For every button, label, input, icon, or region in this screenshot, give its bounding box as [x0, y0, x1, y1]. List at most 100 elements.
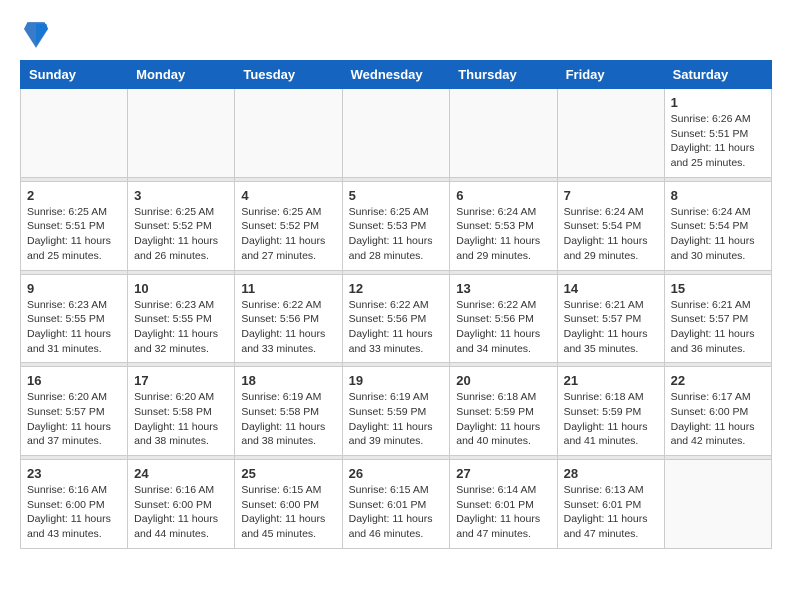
day-number: 3: [134, 188, 228, 203]
day-info: Sunrise: 6:21 AM Sunset: 5:57 PM Dayligh…: [671, 298, 765, 357]
day-info: Sunrise: 6:22 AM Sunset: 5:56 PM Dayligh…: [456, 298, 550, 357]
day-info: Sunrise: 6:20 AM Sunset: 5:58 PM Dayligh…: [134, 390, 228, 449]
day-number: 9: [27, 281, 121, 296]
weekday-header-wednesday: Wednesday: [342, 61, 450, 89]
day-info: Sunrise: 6:22 AM Sunset: 5:56 PM Dayligh…: [349, 298, 444, 357]
calendar-header-row: SundayMondayTuesdayWednesdayThursdayFrid…: [21, 61, 772, 89]
day-info: Sunrise: 6:23 AM Sunset: 5:55 PM Dayligh…: [134, 298, 228, 357]
day-number: 23: [27, 466, 121, 481]
calendar-week-row: 16 Sunrise: 6:20 AM Sunset: 5:57 PM Dayli…: [21, 367, 772, 456]
day-number: 18: [241, 373, 335, 388]
calendar-week-row: 9 Sunrise: 6:23 AM Sunset: 5:55 PM Daylig…: [21, 274, 772, 363]
calendar-cell: 25Sunrise: 6:15 AM Sunset: 6:00 PM Dayli…: [235, 460, 342, 549]
day-number: 21: [564, 373, 658, 388]
day-info: Sunrise: 6:24 AM Sunset: 5:54 PM Dayligh…: [671, 205, 765, 264]
day-info: Sunrise: 6:22 AM Sunset: 5:56 PM Dayligh…: [241, 298, 335, 357]
calendar-cell: 15Sunrise: 6:21 AM Sunset: 5:57 PM Dayli…: [664, 274, 771, 363]
day-info: Sunrise: 6:16 AM Sunset: 6:00 PM Dayligh…: [134, 483, 228, 542]
weekday-header-tuesday: Tuesday: [235, 61, 342, 89]
day-number: 24: [134, 466, 228, 481]
day-number: 11: [241, 281, 335, 296]
day-info: Sunrise: 6:25 AM Sunset: 5:51 PM Dayligh…: [27, 205, 121, 264]
day-number: 10: [134, 281, 228, 296]
day-number: 4: [241, 188, 335, 203]
calendar-cell: [21, 89, 128, 178]
day-number: 16: [27, 373, 121, 388]
day-number: 26: [349, 466, 444, 481]
day-info: Sunrise: 6:15 AM Sunset: 6:01 PM Dayligh…: [349, 483, 444, 542]
calendar-cell: 22 Sunrise: 6:17 AM Sunset: 6:00 PM Dayli…: [664, 367, 771, 456]
calendar-cell: 9 Sunrise: 6:23 AM Sunset: 5:55 PM Daylig…: [21, 274, 128, 363]
day-number: 17: [134, 373, 228, 388]
day-info: Sunrise: 6:25 AM Sunset: 5:52 PM Dayligh…: [241, 205, 335, 264]
calendar-cell: 21 Sunrise: 6:18 AM Sunset: 5:59 PM Dayli…: [557, 367, 664, 456]
calendar-cell: 2 Sunrise: 6:25 AM Sunset: 5:51 PM Daylig…: [21, 181, 128, 270]
calendar-cell: [450, 89, 557, 178]
calendar-cell: 10 Sunrise: 6:23 AM Sunset: 5:55 PM Dayli…: [128, 274, 235, 363]
calendar-cell: 12 Sunrise: 6:22 AM Sunset: 5:56 PM Dayli…: [342, 274, 450, 363]
calendar-cell: [664, 460, 771, 549]
day-info: Sunrise: 6:19 AM Sunset: 5:58 PM Dayligh…: [241, 390, 335, 449]
day-info: Sunrise: 6:18 AM Sunset: 5:59 PM Dayligh…: [456, 390, 550, 449]
calendar-cell: 6Sunrise: 6:24 AM Sunset: 5:53 PM Daylig…: [450, 181, 557, 270]
calendar-cell: [235, 89, 342, 178]
calendar-cell: 8 Sunrise: 6:24 AM Sunset: 5:54 PM Daylig…: [664, 181, 771, 270]
day-info: Sunrise: 6:17 AM Sunset: 6:00 PM Dayligh…: [671, 390, 765, 449]
calendar-cell: 17 Sunrise: 6:20 AM Sunset: 5:58 PM Dayli…: [128, 367, 235, 456]
day-number: 1: [671, 95, 765, 110]
calendar-cell: 27 Sunrise: 6:14 AM Sunset: 6:01 PM Dayli…: [450, 460, 557, 549]
calendar-cell: 20 Sunrise: 6:18 AM Sunset: 5:59 PM Dayli…: [450, 367, 557, 456]
day-info: Sunrise: 6:20 AM Sunset: 5:57 PM Dayligh…: [27, 390, 121, 449]
day-info: Sunrise: 6:13 AM Sunset: 6:01 PM Dayligh…: [564, 483, 658, 542]
logo: [20, 24, 48, 50]
day-number: 2: [27, 188, 121, 203]
day-info: Sunrise: 6:19 AM Sunset: 5:59 PM Dayligh…: [349, 390, 444, 449]
calendar-cell: 13 Sunrise: 6:22 AM Sunset: 5:56 PM Dayli…: [450, 274, 557, 363]
day-info: Sunrise: 6:24 AM Sunset: 5:54 PM Dayligh…: [564, 205, 658, 264]
weekday-header-monday: Monday: [128, 61, 235, 89]
calendar-week-row: 2 Sunrise: 6:25 AM Sunset: 5:51 PM Daylig…: [21, 181, 772, 270]
day-number: 8: [671, 188, 765, 203]
calendar-cell: 5 Sunrise: 6:25 AM Sunset: 5:53 PM Daylig…: [342, 181, 450, 270]
calendar-cell: 19Sunrise: 6:19 AM Sunset: 5:59 PM Dayli…: [342, 367, 450, 456]
day-info: Sunrise: 6:21 AM Sunset: 5:57 PM Dayligh…: [564, 298, 658, 357]
calendar-week-row: 1 Sunrise: 6:26 AM Sunset: 5:51 PM Daylig…: [21, 89, 772, 178]
weekday-header-friday: Friday: [557, 61, 664, 89]
day-number: 28: [564, 466, 658, 481]
logo-icon: [24, 20, 48, 50]
calendar-cell: [128, 89, 235, 178]
calendar-cell: 16 Sunrise: 6:20 AM Sunset: 5:57 PM Dayli…: [21, 367, 128, 456]
day-info: Sunrise: 6:18 AM Sunset: 5:59 PM Dayligh…: [564, 390, 658, 449]
page-header: [20, 20, 772, 50]
day-info: Sunrise: 6:25 AM Sunset: 5:52 PM Dayligh…: [134, 205, 228, 264]
day-info: Sunrise: 6:26 AM Sunset: 5:51 PM Dayligh…: [671, 112, 765, 171]
calendar-cell: 26 Sunrise: 6:15 AM Sunset: 6:01 PM Dayli…: [342, 460, 450, 549]
calendar-cell: 28 Sunrise: 6:13 AM Sunset: 6:01 PM Dayli…: [557, 460, 664, 549]
calendar-cell: 7 Sunrise: 6:24 AM Sunset: 5:54 PM Daylig…: [557, 181, 664, 270]
calendar-cell: 1 Sunrise: 6:26 AM Sunset: 5:51 PM Daylig…: [664, 89, 771, 178]
calendar-cell: [342, 89, 450, 178]
day-number: 20: [456, 373, 550, 388]
calendar-cell: 3 Sunrise: 6:25 AM Sunset: 5:52 PM Daylig…: [128, 181, 235, 270]
calendar-cell: 23 Sunrise: 6:16 AM Sunset: 6:00 PM Dayli…: [21, 460, 128, 549]
calendar-cell: 4 Sunrise: 6:25 AM Sunset: 5:52 PM Daylig…: [235, 181, 342, 270]
day-number: 7: [564, 188, 658, 203]
calendar-cell: 18 Sunrise: 6:19 AM Sunset: 5:58 PM Dayli…: [235, 367, 342, 456]
calendar-cell: 14Sunrise: 6:21 AM Sunset: 5:57 PM Dayli…: [557, 274, 664, 363]
day-info: Sunrise: 6:25 AM Sunset: 5:53 PM Dayligh…: [349, 205, 444, 264]
day-info: Sunrise: 6:14 AM Sunset: 6:01 PM Dayligh…: [456, 483, 550, 542]
weekday-header-saturday: Saturday: [664, 61, 771, 89]
day-info: Sunrise: 6:24 AM Sunset: 5:53 PM Dayligh…: [456, 205, 550, 264]
calendar-table: SundayMondayTuesdayWednesdayThursdayFrid…: [20, 60, 772, 549]
day-info: Sunrise: 6:23 AM Sunset: 5:55 PM Dayligh…: [27, 298, 121, 357]
weekday-header-thursday: Thursday: [450, 61, 557, 89]
day-number: 25: [241, 466, 335, 481]
day-number: 5: [349, 188, 444, 203]
day-number: 27: [456, 466, 550, 481]
day-number: 22: [671, 373, 765, 388]
calendar-cell: 11 Sunrise: 6:22 AM Sunset: 5:56 PM Dayli…: [235, 274, 342, 363]
calendar-cell: [557, 89, 664, 178]
day-number: 13: [456, 281, 550, 296]
day-info: Sunrise: 6:16 AM Sunset: 6:00 PM Dayligh…: [27, 483, 121, 542]
day-number: 12: [349, 281, 444, 296]
